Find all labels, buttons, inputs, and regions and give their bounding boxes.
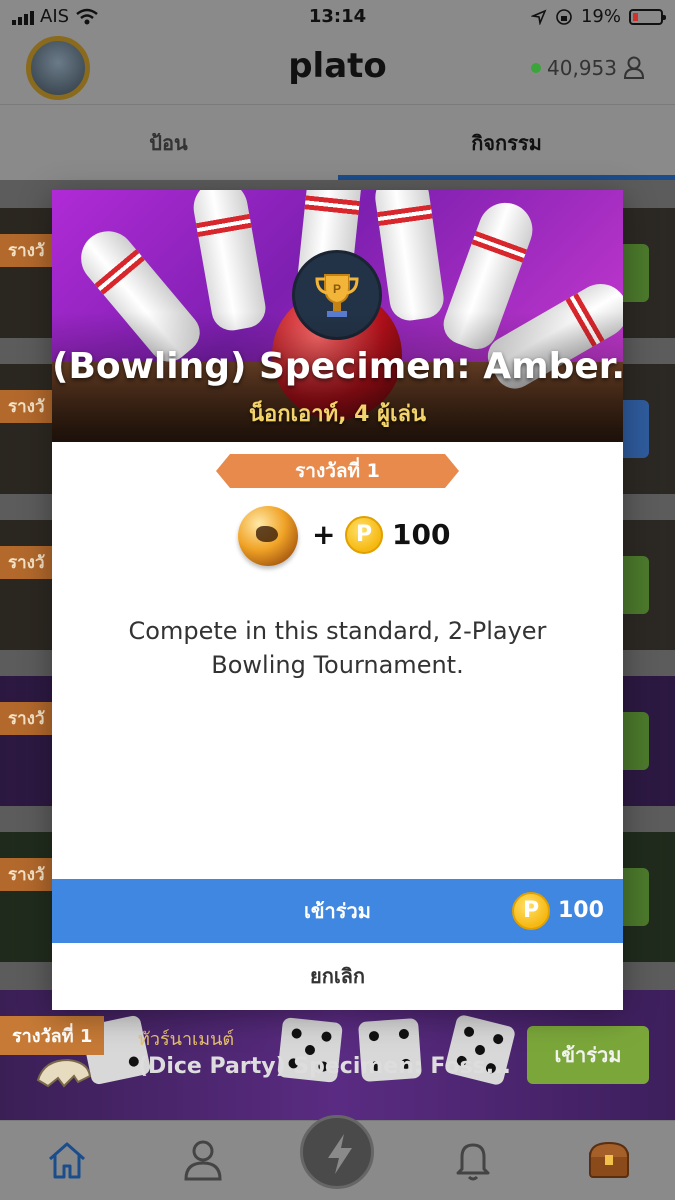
coin-icon: P [512,892,550,930]
treasure-chest-icon[interactable] [584,1135,634,1185]
join-button[interactable]: เข้าร่วม P 100 [52,879,623,943]
rank-chip: รางวั [0,234,53,267]
bell-icon[interactable] [448,1135,498,1185]
tab-bar: ป้อน กิจกรรม [0,104,675,180]
cancel-button[interactable]: ยกเลิก [52,943,623,1010]
reward-row: + P 100 [52,504,623,572]
tournament-subtitle: น็อกเอาท์, 4 ผู้เล่น [248,402,427,427]
reward-plus: + [312,518,336,551]
online-dot-icon [531,63,542,73]
rank-chip: รางวั [0,546,53,579]
reward-amount: 100 [392,518,451,551]
coin-icon: P [345,516,383,554]
bottom-nav [0,1115,675,1200]
online-count: 40,953 [547,56,617,80]
play-now-button[interactable] [300,1115,374,1189]
online-counter[interactable]: 40,953 [531,56,645,80]
battery-icon [629,8,666,25]
hero-banner: P (Bowling) Specimen: Amber... น็อกเอาท์… [52,190,623,442]
tournament-kind: ทัวร์นาเมนต์ [138,1029,235,1050]
svg-text:P: P [333,282,341,296]
status-right: 19% [530,6,666,27]
fossil-skull-icon [36,1058,92,1088]
rank-ribbon: รางวัลที่ 1 [216,454,459,488]
amber-specimen-icon [238,506,298,566]
location-arrow-icon [530,9,547,25]
tournament-name: (Dice Party) Specimen: Foss... [138,1054,511,1079]
tab-events[interactable]: กิจกรรม [338,105,675,181]
tournament-description: Compete in this standard, 2-Player Bowli… [128,617,547,679]
battery-percent: 19% [580,6,621,27]
status-bar: AIS 13:14 19% [0,0,675,34]
join-cost: 100 [558,898,604,923]
tournament-modal: P (Bowling) Specimen: Amber... น็อกเอาท์… [52,190,623,1010]
orientation-lock-icon [556,8,572,25]
home-icon[interactable] [42,1135,92,1185]
rank-chip: รางวัลที่ 1 [0,1016,105,1055]
rank-chip: รางวั [0,390,53,423]
join-button[interactable]: เข้าร่วม [527,1026,649,1084]
tournament-title: (Bowling) Specimen: Amber... [52,346,623,387]
app-header: plato 40,953 [0,34,675,104]
rank-chip: รางวั [0,858,53,891]
lightning-icon [328,1134,352,1174]
bowling-pin [371,190,447,324]
tab-feed[interactable]: ป้อน [0,105,337,181]
person-icon [623,56,645,79]
friends-icon[interactable] [178,1135,228,1185]
rank-chip: รางวั [0,702,53,735]
